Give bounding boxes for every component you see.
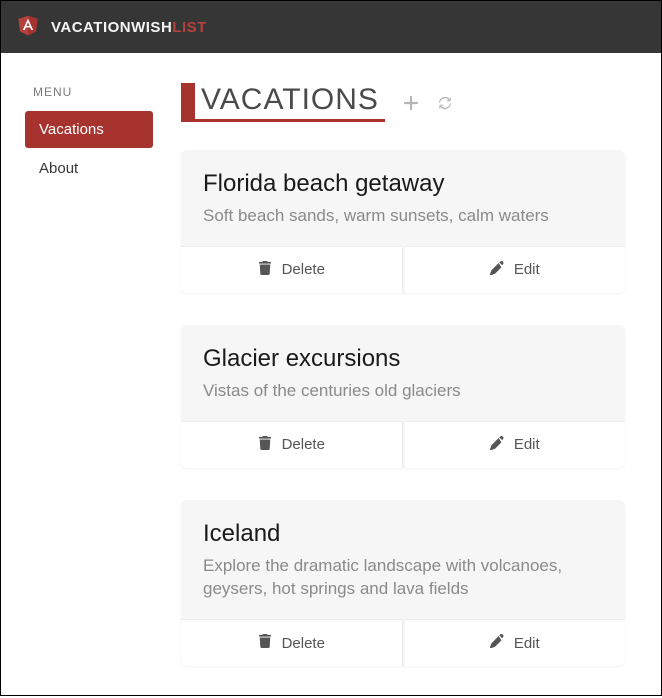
add-icon[interactable] <box>403 95 419 111</box>
vacation-title: Glacier excursions <box>203 345 603 373</box>
vacation-description: Explore the dramatic landscape with volc… <box>203 554 603 602</box>
edit-button[interactable]: Edit <box>405 246 626 293</box>
edit-button[interactable]: Edit <box>405 421 626 468</box>
title-accent <box>181 83 195 122</box>
card-actions: Delete Edit <box>181 246 625 293</box>
page-header: VACATIONS <box>181 83 625 122</box>
edit-icon <box>490 436 504 454</box>
angular-icon <box>17 13 39 42</box>
edit-label: Edit <box>514 261 540 278</box>
delete-label: Delete <box>282 635 325 652</box>
vacation-list: Florida beach getaway Soft beach sands, w… <box>181 150 625 666</box>
vacation-description: Soft beach sands, warm sunsets, calm wat… <box>203 204 603 228</box>
brand-part1: VACATION <box>51 19 131 36</box>
sidebar-item-about[interactable]: About <box>25 150 153 187</box>
topbar: VACATIONWISHLIST <box>1 1 661 53</box>
card-body: Iceland Explore the dramatic landscape wi… <box>181 500 625 620</box>
edit-button[interactable]: Edit <box>405 619 626 666</box>
brand-part2: WISH <box>131 19 172 36</box>
trash-icon <box>258 436 272 454</box>
vacation-card: Glacier excursions Vistas of the centurie… <box>181 325 625 468</box>
vacation-card: Iceland Explore the dramatic landscape wi… <box>181 500 625 667</box>
vacation-card: Florida beach getaway Soft beach sands, w… <box>181 150 625 293</box>
vacation-title: Florida beach getaway <box>203 170 603 198</box>
vacation-title: Iceland <box>203 520 603 548</box>
card-body: Florida beach getaway Soft beach sands, w… <box>181 150 625 246</box>
edit-label: Edit <box>514 436 540 453</box>
brand-part3: LIST <box>172 19 207 36</box>
trash-icon <box>258 634 272 652</box>
edit-icon <box>490 634 504 652</box>
edit-label: Edit <box>514 635 540 652</box>
card-actions: Delete Edit <box>181 421 625 468</box>
title-bar: VACATIONS <box>181 83 385 122</box>
vacation-description: Vistas of the centuries old glaciers <box>203 379 603 403</box>
layout: MENU Vacations About VACATIONS Florida b… <box>1 53 661 698</box>
card-actions: Delete Edit <box>181 619 625 666</box>
menu-heading: MENU <box>25 77 153 111</box>
brand-text: VACATIONWISHLIST <box>51 19 207 36</box>
delete-label: Delete <box>282 436 325 453</box>
menu-list: Vacations About <box>25 111 153 187</box>
card-body: Glacier excursions Vistas of the centurie… <box>181 325 625 421</box>
delete-button[interactable]: Delete <box>181 246 403 293</box>
brand-wrap: VACATIONWISHLIST <box>17 13 207 42</box>
delete-button[interactable]: Delete <box>181 619 403 666</box>
refresh-icon[interactable] <box>437 95 453 111</box>
sidebar: MENU Vacations About <box>25 77 153 698</box>
delete-label: Delete <box>282 261 325 278</box>
trash-icon <box>258 261 272 279</box>
delete-button[interactable]: Delete <box>181 421 403 468</box>
edit-icon <box>490 261 504 279</box>
main: VACATIONS Florida beach getaway Soft beac… <box>157 77 637 698</box>
sidebar-item-vacations[interactable]: Vacations <box>25 111 153 148</box>
page-title: VACATIONS <box>195 83 385 122</box>
